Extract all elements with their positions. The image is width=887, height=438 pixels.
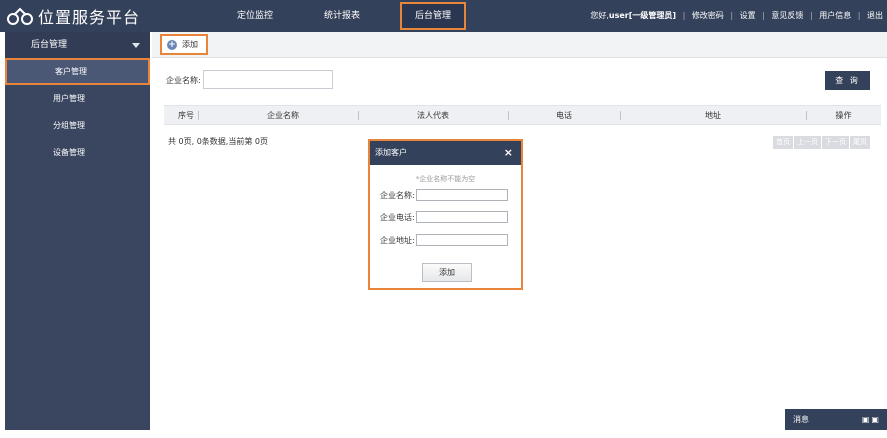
last-page-button[interactable]: 尾页 bbox=[850, 136, 870, 149]
column-divider bbox=[198, 111, 199, 120]
company-address-label: 企业地址: bbox=[380, 235, 415, 245]
user-name: user[一级管理员] bbox=[608, 11, 677, 20]
account-info-link[interactable]: 用户信息 bbox=[819, 11, 851, 20]
close-icon[interactable]: × bbox=[504, 141, 513, 165]
greeting-text: 您好, bbox=[590, 11, 609, 20]
sidebar-item-users[interactable]: 用户管理 bbox=[5, 85, 150, 112]
logo: 位置服务平台 bbox=[6, 4, 140, 28]
pagination: 首页 上一页 下一页 尾页 bbox=[772, 136, 870, 149]
add-customer-dialog: 添加客户 × *企业名称不能为空 企业名称: 企业电话: 企业地址: 添加 bbox=[368, 139, 523, 290]
table-header: 序号 企业名称 法人代表 电话 地址 操作 bbox=[164, 105, 881, 125]
app-title: 位置服务平台 bbox=[38, 8, 141, 27]
company-phone-field[interactable] bbox=[416, 211, 508, 223]
add-button[interactable]: + 添加 bbox=[160, 34, 208, 55]
column-header: 电话 bbox=[556, 111, 572, 120]
sidebar-header[interactable]: 后台管理 bbox=[5, 32, 150, 58]
feedback-link[interactable]: 意见反馈 bbox=[771, 11, 803, 20]
company-phone-label: 企业电话: bbox=[380, 212, 415, 222]
pager-info: 共 0页, 0条数据,当前第 0页 bbox=[168, 137, 268, 146]
chevron-down-icon bbox=[132, 43, 140, 48]
divider: | bbox=[809, 11, 813, 20]
nav-item-admin[interactable]: 后台管理 bbox=[400, 2, 466, 30]
divider: | bbox=[682, 11, 686, 20]
column-header: 企业名称 bbox=[267, 111, 299, 120]
logout-link[interactable]: 退出 bbox=[867, 11, 883, 20]
app-window: 位置服务平台 定位监控 统计报表 后台管理 您好,user[一级管理员] | 修… bbox=[0, 0, 887, 438]
company-name-label: 企业名称: bbox=[380, 190, 415, 200]
query-button[interactable]: 查 询 bbox=[825, 71, 870, 90]
dialog-hint: *企业名称不能为空 bbox=[415, 175, 476, 183]
column-header: 地址 bbox=[705, 111, 721, 120]
dialog-title: 添加客户 bbox=[375, 148, 407, 157]
submit-add-button[interactable]: 添加 bbox=[422, 263, 472, 282]
next-page-button[interactable]: 下一页 bbox=[822, 136, 849, 149]
location-logo-icon bbox=[7, 7, 33, 25]
dialog-title-bar: 添加客户 × bbox=[370, 141, 521, 165]
sidebar-item-customers[interactable]: 客户管理 bbox=[5, 58, 150, 85]
company-phone-row: 企业电话: bbox=[380, 211, 508, 223]
sidebar-item-devices[interactable]: 设备管理 bbox=[5, 139, 150, 166]
sidebar-item-groups[interactable]: 分组管理 bbox=[5, 112, 150, 139]
column-header: 序号 bbox=[178, 111, 194, 120]
top-links: 您好,user[一级管理员] | 修改密码 | 设置 | 意见反馈 | 用户信息… bbox=[590, 0, 883, 32]
top-bar: 位置服务平台 定位监控 统计报表 后台管理 您好,user[一级管理员] | 修… bbox=[0, 0, 887, 32]
sidebar: 后台管理 客户管理 用户管理 分组管理 设备管理 bbox=[5, 32, 150, 430]
prev-page-button[interactable]: 上一页 bbox=[794, 136, 821, 149]
company-name-row: 企业名称: bbox=[380, 189, 508, 201]
window-controls-icon[interactable]: ▣▣ bbox=[862, 409, 881, 430]
company-address-row: 企业地址: bbox=[380, 234, 508, 246]
divider: | bbox=[762, 11, 765, 20]
add-button-label: 添加 bbox=[182, 40, 198, 49]
settings-link[interactable]: 设置 bbox=[740, 11, 756, 20]
divider: | bbox=[730, 11, 734, 20]
first-page-button[interactable]: 首页 bbox=[773, 136, 793, 149]
company-address-field[interactable] bbox=[416, 234, 508, 246]
company-name-search-input[interactable] bbox=[203, 70, 333, 89]
change-password-link[interactable]: 修改密码 bbox=[692, 11, 724, 20]
column-header: 操作 bbox=[835, 111, 852, 120]
message-panel[interactable]: 消息 ▣▣ bbox=[785, 409, 887, 430]
nav-item-statistics[interactable]: 统计报表 bbox=[307, 0, 377, 32]
plus-circle-icon: + bbox=[167, 39, 177, 50]
column-header: 法人代表 bbox=[417, 111, 449, 120]
divider: | bbox=[857, 11, 861, 20]
sidebar-header-label: 后台管理 bbox=[31, 40, 68, 50]
message-label: 消息 bbox=[793, 415, 809, 424]
nav-item-location-monitor[interactable]: 定位监控 bbox=[220, 0, 290, 32]
search-label: 企业名称: bbox=[166, 76, 201, 85]
company-name-field[interactable] bbox=[416, 189, 508, 201]
toolbar: + 添加 bbox=[152, 32, 887, 58]
